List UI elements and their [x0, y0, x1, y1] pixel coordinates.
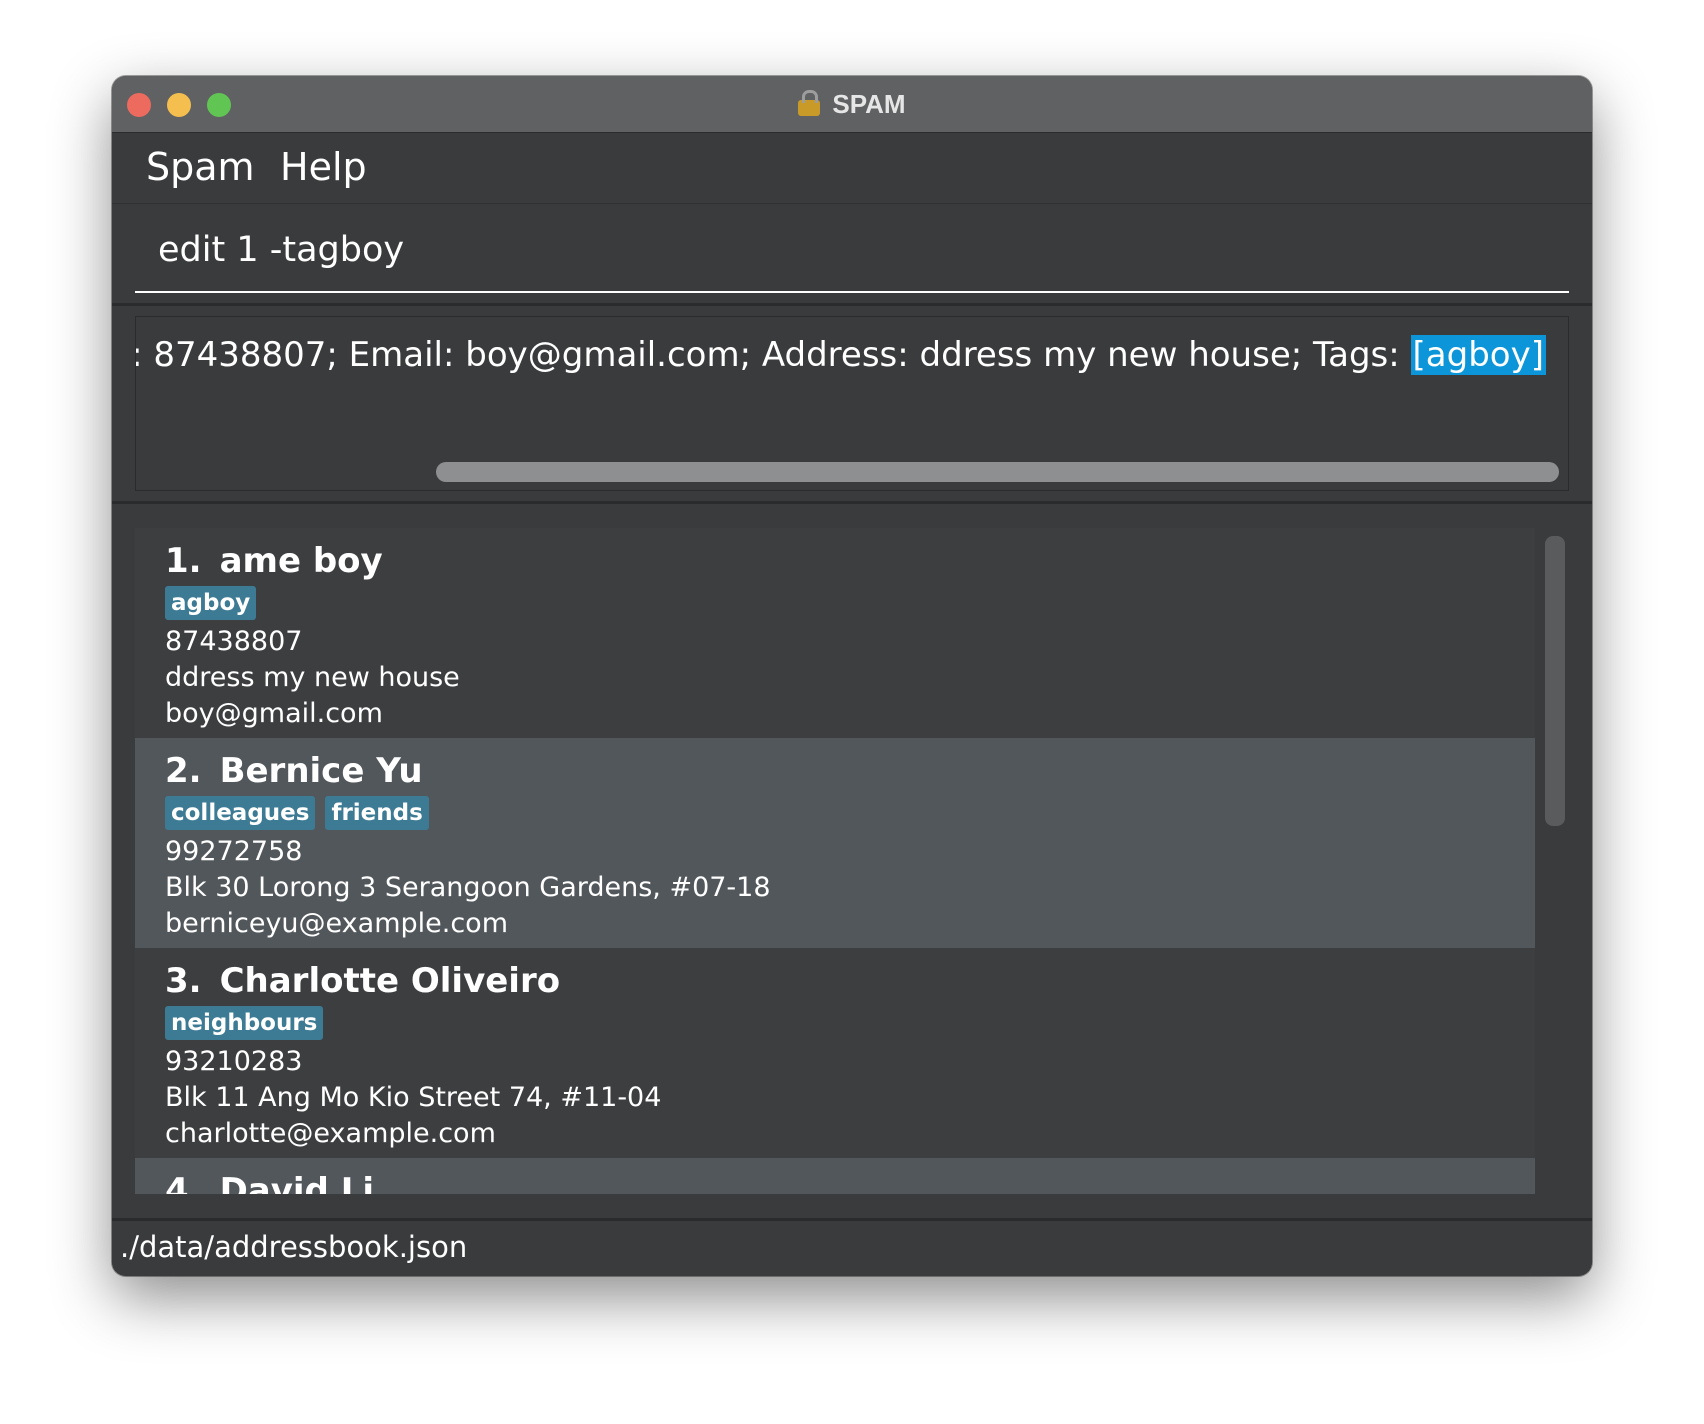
- person-email: boy@gmail.com: [165, 698, 383, 729]
- person-card[interactable]: 4. David Li: [135, 1158, 1535, 1194]
- command-box: [135, 211, 1569, 293]
- tag-label: colleagues: [165, 796, 316, 830]
- divider: [112, 501, 1592, 504]
- person-list: 1. ame boy agboy 87438807 ddress my new h…: [135, 528, 1535, 1194]
- result-text-highlight: [agboy]: [1410, 335, 1546, 375]
- person-email: berniceyu@example.com: [165, 908, 508, 939]
- window-title: SPAM: [832, 88, 906, 119]
- lock-icon: [798, 90, 821, 116]
- person-index: 2.: [165, 751, 202, 791]
- vertical-scrollbar[interactable]: [1545, 536, 1565, 826]
- result-display: oy; Phone: 87438807; Email: boy@gmail.co…: [135, 316, 1569, 491]
- save-file-path: ./data/addressbook.json: [120, 1230, 468, 1264]
- command-input[interactable]: [135, 211, 1569, 289]
- tag-label: agboy: [165, 586, 257, 620]
- result-text-prefix: oy; Phone: 87438807; Email: boy@gmail.co…: [136, 335, 1400, 375]
- menu-bar: Spam Help: [112, 133, 1592, 204]
- window-title-group: SPAM: [112, 76, 1592, 132]
- tag-label: neighbours: [165, 1006, 324, 1040]
- status-bar: ./data/addressbook.json: [112, 1218, 1592, 1276]
- person-name: Charlotte Oliveiro: [219, 961, 561, 1001]
- person-name-row: 4. David Li: [165, 1168, 1535, 1194]
- person-card[interactable]: 3. Charlotte Oliveiro neighbours 93210283…: [135, 948, 1535, 1158]
- person-phone: 93210283: [165, 1046, 303, 1077]
- tag-list: agboy: [165, 586, 1535, 624]
- person-name: David Li: [219, 1171, 375, 1194]
- app-window: SPAM Spam Help oy; Phone: 87438807; Emai…: [112, 76, 1592, 1276]
- person-name-row: 1. ame boy: [165, 538, 1535, 584]
- person-address: Blk 11 Ang Mo Kio Street 74, #11-04: [165, 1082, 662, 1113]
- result-text: oy; Phone: 87438807; Email: boy@gmail.co…: [136, 329, 1546, 381]
- person-name-row: 2. Bernice Yu: [165, 748, 1535, 794]
- person-index: 3.: [165, 961, 202, 1001]
- person-phone: 99272758: [165, 836, 303, 867]
- menu-help[interactable]: Help: [280, 145, 367, 189]
- person-name-row: 3. Charlotte Oliveiro: [165, 958, 1535, 1004]
- title-bar[interactable]: SPAM: [112, 76, 1592, 133]
- person-index: 1.: [165, 541, 202, 581]
- horizontal-scrollbar[interactable]: [436, 462, 1559, 482]
- person-address: ddress my new house: [165, 662, 460, 693]
- tag-list: colleagues friends: [165, 796, 1535, 834]
- person-index: 4.: [165, 1171, 202, 1194]
- person-card[interactable]: 2. Bernice Yu colleagues friends 99272758 …: [135, 738, 1535, 948]
- person-name: ame boy: [219, 541, 383, 581]
- divider: [112, 303, 1592, 306]
- person-name: Bernice Yu: [219, 751, 423, 791]
- person-email: charlotte@example.com: [165, 1118, 496, 1149]
- person-phone: 87438807: [165, 626, 303, 657]
- tag-label: friends: [325, 796, 429, 830]
- person-address: Blk 30 Lorong 3 Serangoon Gardens, #07-1…: [165, 872, 771, 903]
- menu-spam[interactable]: Spam: [146, 145, 255, 189]
- tag-list: neighbours: [165, 1006, 1535, 1044]
- person-card[interactable]: 1. ame boy agboy 87438807 ddress my new h…: [135, 528, 1535, 738]
